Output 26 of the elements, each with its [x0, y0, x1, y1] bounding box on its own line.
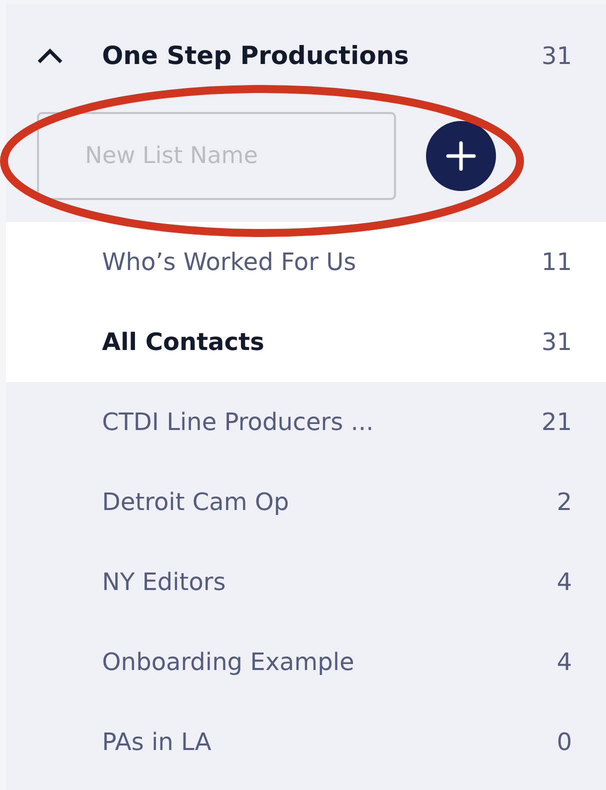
add-list-button[interactable]: [426, 121, 496, 191]
list-count: 4: [556, 568, 572, 596]
group-count: 31: [541, 42, 572, 70]
list-name: Detroit Cam Op: [102, 488, 290, 516]
list-name: All Contacts: [102, 328, 266, 356]
list-name: Who’s Worked For Us: [102, 248, 358, 276]
group-title: One Step Productions: [102, 41, 410, 70]
list-name: CTDI Line Producers ...: [102, 408, 375, 436]
list-count: 0: [556, 728, 572, 756]
list-count: 11: [541, 248, 572, 276]
caret-icon[interactable]: [36, 46, 64, 64]
list-count: 4: [556, 648, 572, 676]
plus-icon: [445, 140, 477, 172]
list-count: 21: [541, 408, 572, 436]
list-count: 31: [541, 328, 572, 356]
list-item[interactable]: NY Editors 4: [6, 542, 606, 622]
list-item[interactable]: Detroit Cam Op 2: [6, 462, 606, 542]
list-name: Onboarding Example: [102, 648, 356, 676]
list-item[interactable]: PAs in LA 0: [6, 702, 606, 782]
list-name: NY Editors: [102, 568, 227, 596]
list-count: 2: [556, 488, 572, 516]
list-item[interactable]: All Contacts 31: [6, 302, 606, 382]
list-item[interactable]: CTDI Line Producers ... 21: [6, 382, 606, 462]
list-item[interactable]: Onboarding Example 4: [6, 622, 606, 702]
list-name: PAs in LA: [102, 728, 212, 756]
list-item[interactable]: Who’s Worked For Us 11: [6, 222, 606, 302]
